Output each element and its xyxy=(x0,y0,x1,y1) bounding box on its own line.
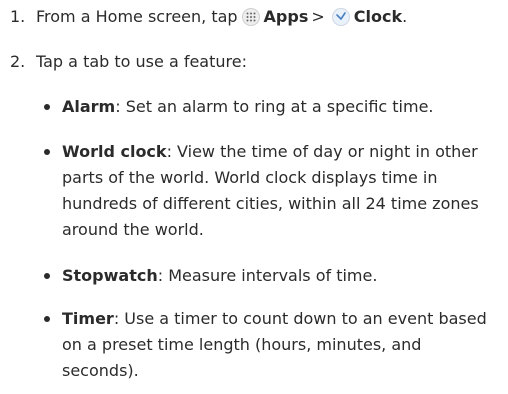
feature-name: Alarm xyxy=(62,97,116,116)
bullet-dot xyxy=(44,149,50,155)
apps-grid-icon xyxy=(241,8,260,26)
feature-item-stopwatch: Stopwatch: Measure intervals of time. xyxy=(44,263,502,289)
step-1-number: 1. xyxy=(10,7,26,26)
feature-name: Timer xyxy=(62,309,114,328)
step-2: 2. Tap a tab to use a feature: xyxy=(0,51,247,73)
clock-app-icon xyxy=(331,8,350,26)
feature-item-timer: Timer: Use a timer to count down to an e… xyxy=(44,306,502,384)
path-separator: > xyxy=(311,7,325,26)
bullet-dot xyxy=(44,273,50,279)
step-1-text: From a Home screen, tap xyxy=(36,7,238,26)
feature-description: : Measure intervals of time. xyxy=(157,266,378,285)
feature-name: World clock xyxy=(62,142,167,161)
apps-label: Apps xyxy=(263,7,309,26)
step-2-text: Tap a tab to use a feature: xyxy=(36,52,247,71)
bullet-dot xyxy=(44,316,50,322)
feature-item-world-clock: World clock: View the time of day or nig… xyxy=(44,139,502,243)
step-1-period: . xyxy=(402,7,408,26)
feature-name: Stopwatch xyxy=(62,266,158,285)
step-2-number: 2. xyxy=(10,52,26,71)
step-1: 1. From a Home screen, tap Apps > Clock … xyxy=(0,6,407,28)
bullet-dot xyxy=(44,104,50,110)
clock-label: Clock xyxy=(353,7,403,26)
feature-item-alarm: Alarm: Set an alarm to ring at a specifi… xyxy=(44,94,502,120)
feature-description: : Use a timer to count down to an event … xyxy=(62,309,487,380)
feature-description: : Set an alarm to ring at a specific tim… xyxy=(115,97,434,116)
